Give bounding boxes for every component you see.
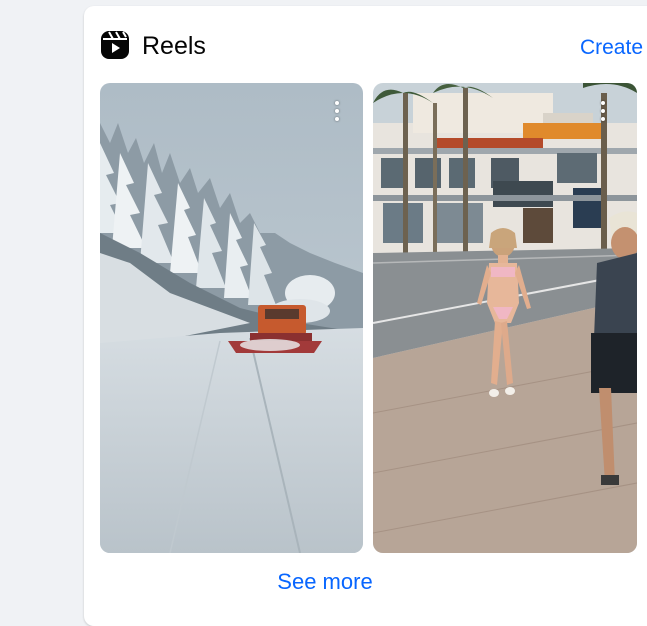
reels-title: Reels — [142, 32, 206, 60]
reels-header: Reels Create — [100, 28, 647, 64]
more-options-button[interactable] — [595, 99, 611, 127]
reel-tile-city-walk[interactable] — [373, 83, 637, 553]
create-reel-link[interactable]: Create — [580, 35, 643, 61]
more-options-icon — [335, 101, 339, 105]
see-more-link[interactable]: See more — [0, 568, 647, 596]
more-options-button[interactable] — [329, 99, 345, 127]
more-options-icon — [601, 101, 605, 105]
reel-thumbnail-snow-plow — [100, 83, 363, 553]
reels-icon — [101, 31, 129, 59]
reels-card: Reels Create — [84, 6, 647, 626]
reel-thumbnail-city-walk — [373, 83, 637, 553]
reel-tile-snow-plow[interactable] — [100, 83, 363, 553]
